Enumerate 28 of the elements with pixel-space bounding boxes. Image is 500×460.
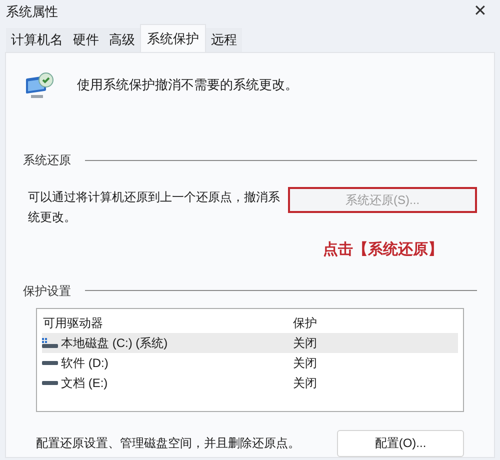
tab[interactable]: 计算机名 <box>6 28 68 52</box>
tab[interactable]: 高级 <box>104 28 140 52</box>
restore-description: 可以通过将计算机还原到上一个还原点，撤消系统更改。 <box>28 189 281 226</box>
drive-name: 本地磁盘 (C:) (系统) <box>61 334 168 352</box>
drive-name: 软件 (D:) <box>61 354 108 372</box>
column-header[interactable]: 保护 <box>291 314 458 332</box>
protection-status: 关闭 <box>292 354 317 372</box>
system-drive-icon <box>42 338 58 348</box>
intro-text: 使用系统保护撤消不需要的系统更改。 <box>77 76 298 94</box>
close-button[interactable]: ✕ <box>466 0 494 24</box>
configure-button[interactable]: 配置(O)... <box>337 430 464 456</box>
tab[interactable]: 硬件 <box>68 28 104 52</box>
protection-status: 关闭 <box>292 374 317 392</box>
window-title: 系统属性 <box>6 3 58 22</box>
drive-icon <box>42 360 58 364</box>
drive-icon <box>42 380 58 384</box>
tab[interactable]: 远程 <box>206 28 242 52</box>
group-title: 保护设置 <box>23 282 71 300</box>
tab[interactable]: 系统保护 <box>140 24 206 52</box>
drive-row[interactable]: 本地磁盘 (C:) (系统) 关闭 <box>42 332 458 352</box>
column-header[interactable]: 可用驱动器 <box>42 314 291 332</box>
drive-row[interactable]: 软件 (D:) 关闭 <box>42 352 458 372</box>
drive-name: 文档 (E:) <box>61 374 108 392</box>
protection-status: 关闭 <box>292 334 317 352</box>
configure-description: 配置还原设置、管理磁盘空间，并且删除还原点。 <box>36 435 300 452</box>
annotation-text: 点击【系统还原】 <box>323 240 443 260</box>
drive-row[interactable]: 文档 (E:) 关闭 <box>42 372 458 392</box>
group-title: 系统还原 <box>23 152 71 169</box>
